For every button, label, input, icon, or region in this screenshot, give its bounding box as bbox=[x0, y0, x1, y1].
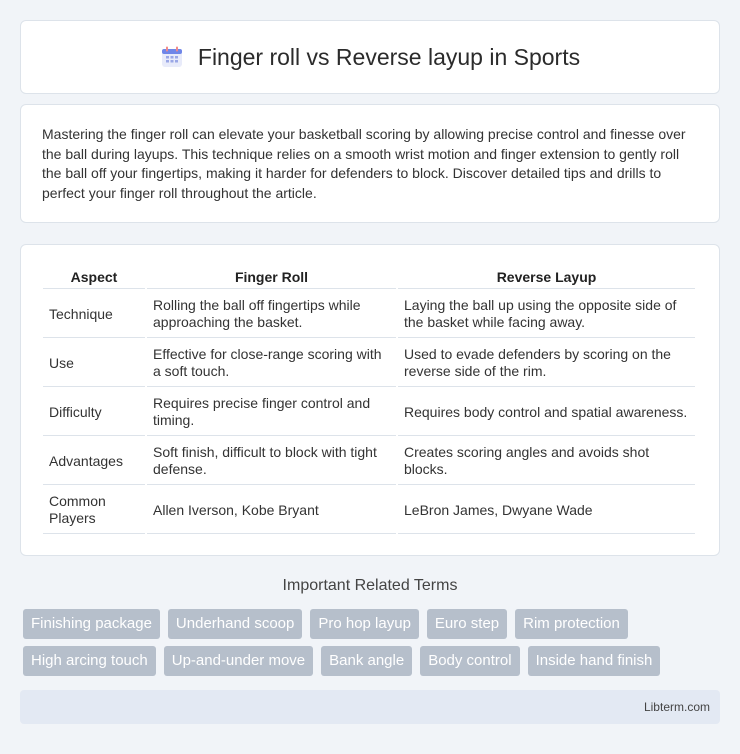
tag-body-control[interactable]: Body control bbox=[420, 646, 520, 676]
tag-up-and-under-move[interactable]: Up-and-under move bbox=[163, 646, 314, 676]
table-cell-reverse-layup: Requires body control and spatial awaren… bbox=[398, 389, 695, 436]
tag-bank-angle[interactable]: Bank angle bbox=[321, 646, 413, 676]
footer-site-link[interactable]: Libterm.com bbox=[644, 700, 710, 714]
related-tags: Finishing package Underhand scoop Pro ho… bbox=[23, 609, 713, 676]
table-cell-aspect: Advantages bbox=[43, 438, 145, 485]
column-header-reverse-layup: Reverse Layup bbox=[398, 265, 695, 289]
table-row: Technique Rolling the ball off fingertip… bbox=[43, 291, 695, 338]
table-row: Difficulty Requires precise finger contr… bbox=[43, 389, 695, 436]
related-terms-heading: Important Related Terms bbox=[282, 577, 458, 594]
table-row: Use Effective for close-range scoring wi… bbox=[43, 340, 695, 387]
table-cell-finger-roll: Requires precise finger control and timi… bbox=[147, 389, 396, 436]
tag-underhand-scoop[interactable]: Underhand scoop bbox=[167, 609, 303, 639]
table-cell-finger-roll: Soft finish, difficult to block with tig… bbox=[147, 438, 396, 485]
column-header-finger-roll: Finger Roll bbox=[147, 265, 396, 289]
tag-euro-step[interactable]: Euro step bbox=[426, 609, 508, 639]
table-cell-aspect: Technique bbox=[43, 291, 145, 338]
table-cell-aspect: Common Players bbox=[43, 487, 145, 534]
tag-finishing-package[interactable]: Finishing package bbox=[23, 609, 160, 639]
tag-rim-protection[interactable]: Rim protection bbox=[515, 609, 628, 639]
table-cell-aspect: Difficulty bbox=[43, 389, 145, 436]
calendar-icon bbox=[160, 45, 184, 69]
column-header-aspect: Aspect bbox=[43, 265, 145, 289]
table-cell-reverse-layup: Laying the ball up using the opposite si… bbox=[398, 291, 695, 338]
footer: Libterm.com bbox=[20, 690, 720, 724]
intro-paragraph: Mastering the finger roll can elevate yo… bbox=[42, 126, 686, 201]
table-row: Common Players Allen Iverson, Kobe Bryan… bbox=[43, 487, 695, 534]
table-cell-aspect: Use bbox=[43, 340, 145, 387]
table-row: Advantages Soft finish, difficult to blo… bbox=[43, 438, 695, 485]
tag-high-arcing-touch[interactable]: High arcing touch bbox=[23, 646, 156, 676]
table-cell-reverse-layup: LeBron James, Dwyane Wade bbox=[398, 487, 695, 534]
tag-pro-hop-layup[interactable]: Pro hop layup bbox=[310, 609, 419, 639]
comparison-table-card: Aspect Finger Roll Reverse Layup Techniq… bbox=[20, 244, 720, 556]
table-cell-reverse-layup: Used to evade defenders by scoring on th… bbox=[398, 340, 695, 387]
table-cell-reverse-layup: Creates scoring angles and avoids shot b… bbox=[398, 438, 695, 485]
table-header-row: Aspect Finger Roll Reverse Layup bbox=[43, 265, 695, 289]
comparison-table: Aspect Finger Roll Reverse Layup Techniq… bbox=[41, 263, 697, 536]
intro-card: Mastering the finger roll can elevate yo… bbox=[20, 104, 720, 223]
table-cell-finger-roll: Effective for close-range scoring with a… bbox=[147, 340, 396, 387]
tag-inside-hand-finish[interactable]: Inside hand finish bbox=[527, 646, 661, 676]
page-title: Finger roll vs Reverse layup in Sports bbox=[197, 43, 581, 70]
table-cell-finger-roll: Rolling the ball off fingertips while ap… bbox=[147, 291, 396, 338]
table-cell-finger-roll: Allen Iverson, Kobe Bryant bbox=[147, 487, 396, 534]
header-card: Finger roll vs Reverse layup in Sports bbox=[20, 20, 720, 94]
